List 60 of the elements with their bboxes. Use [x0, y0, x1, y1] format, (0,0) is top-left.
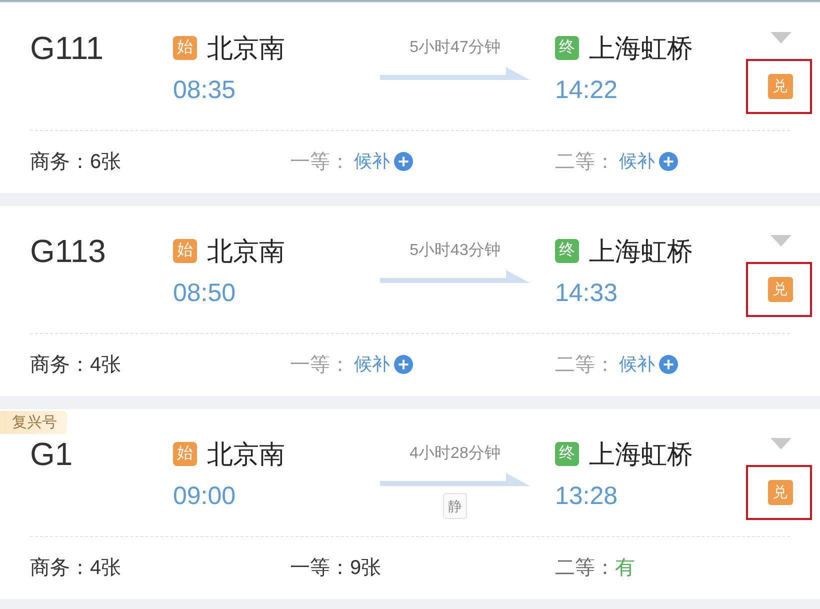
seat-class-label: 商务：	[30, 150, 90, 174]
exchange-badge[interactable]: 兑	[768, 480, 792, 506]
plus-circle-icon	[659, 152, 678, 170]
seat-class-label: 二等：	[555, 556, 615, 580]
seat-class-label: 二等：	[555, 352, 615, 378]
seat-class-label: 一等：	[290, 556, 350, 580]
arrow-icon	[380, 270, 530, 283]
arrival-mark: 终	[555, 36, 579, 60]
waitlist-button[interactable]: 候补	[354, 352, 413, 376]
arrival-time: 13:28	[555, 481, 618, 511]
caret-icon[interactable]	[770, 438, 792, 450]
travel-duration: 5小时43分钟	[410, 240, 500, 261]
seat-availability: 有	[615, 556, 635, 580]
departure-mark: 始	[173, 239, 197, 263]
arrow-icon	[380, 473, 530, 486]
departure-time: 09:00	[173, 481, 236, 511]
departure-mark: 始	[173, 36, 197, 60]
seat-class-label: 商务：	[30, 556, 90, 580]
departure-station: 北京南	[207, 236, 285, 266]
seat-class-label: 一等：	[290, 352, 350, 378]
exchange-badge[interactable]: 兑	[768, 74, 792, 100]
plus-circle-icon	[394, 152, 413, 170]
seat-count: 4张	[90, 352, 122, 378]
waitlist-button[interactable]: 候补	[619, 352, 678, 376]
departure-time: 08:50	[173, 278, 236, 308]
caret-icon[interactable]	[770, 235, 792, 246]
plus-circle-icon	[394, 354, 413, 374]
travel-duration: 4小时28分钟	[410, 444, 500, 464]
departure-mark: 始	[173, 442, 197, 466]
train-card[interactable]: G113 始 北京南 08:50 5小时43分钟 终 上海虹桥 14:33 兑 商务：4张 一等： 候补 二等： 候补	[0, 206, 820, 396]
exchange-badge[interactable]: 兑	[768, 277, 792, 302]
waitlist-button[interactable]: 候补	[619, 149, 678, 173]
arrival-station: 上海虹桥	[589, 33, 693, 63]
seat-class-label: 一等：	[290, 150, 350, 174]
seat-class-label: 二等：	[555, 150, 615, 174]
departure-time: 08:35	[173, 75, 236, 105]
arrow-icon	[380, 67, 530, 80]
train-number: G1	[30, 436, 74, 472]
waitlist-button[interactable]: 候补	[354, 149, 413, 173]
train-type-tag: 复兴号	[0, 411, 67, 434]
seat-count: 9张	[350, 556, 382, 580]
seat-count: 6张	[90, 150, 122, 174]
arrival-mark: 终	[555, 239, 579, 263]
departure-station: 北京南	[207, 439, 285, 469]
plus-circle-icon	[659, 354, 678, 374]
train-card[interactable]: G111 始 北京南 08:35 5小时47分钟 终 上海虹桥 14:22 兑 商务：6张 一等： 候补 二等： 候补	[0, 3, 820, 193]
caret-icon[interactable]	[770, 32, 792, 44]
travel-duration: 5小时47分钟	[410, 38, 500, 58]
arrival-time: 14:33	[555, 278, 618, 308]
arrival-station: 上海虹桥	[589, 236, 693, 266]
arrival-mark: 终	[555, 442, 579, 466]
train-card[interactable]: 复兴号 G1 始 北京南 09:00 4小时28分钟 静 终 上海虹桥 13:28 兑 商务：4张 一等：9张 二等：有	[0, 409, 820, 599]
seat-class-label: 商务：	[30, 352, 90, 378]
departure-station: 北京南	[207, 33, 285, 63]
seat-count: 4张	[90, 556, 122, 580]
train-number: G113	[30, 233, 107, 269]
arrival-station: 上海虹桥	[589, 439, 693, 469]
arrival-time: 14:22	[555, 75, 618, 105]
quiet-car-badge: 静	[443, 493, 467, 519]
train-number: G111	[30, 30, 105, 66]
